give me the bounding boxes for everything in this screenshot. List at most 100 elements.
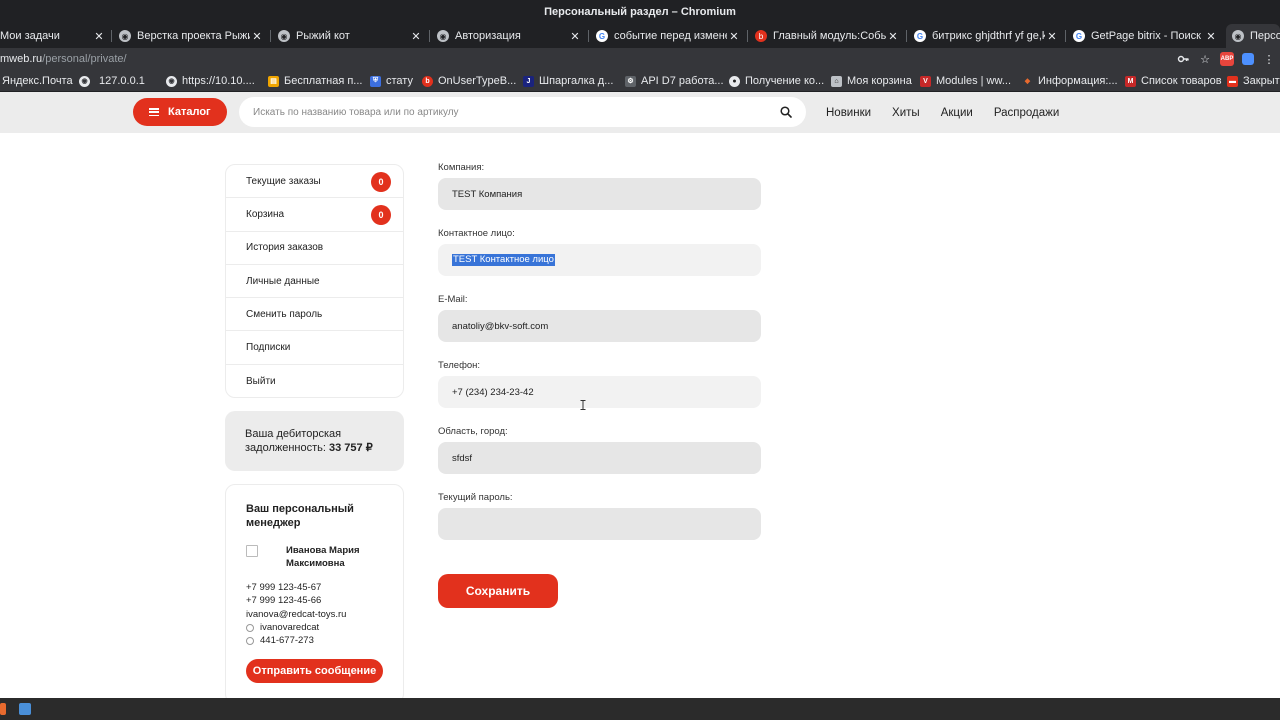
url-host: mweb.ru [0, 53, 43, 65]
search-icon[interactable] [780, 106, 792, 118]
manager-icq[interactable]: 441-677-273 [260, 634, 314, 647]
bookmark-cheatsheet[interactable]: J Шпаргалка д... [523, 73, 613, 89]
close-icon[interactable]: ✕ [568, 30, 582, 43]
email-field-group: E-Mail: [438, 294, 761, 342]
bookmark-label: https://10.10.... [182, 75, 255, 87]
tab-main-module[interactable]: b Главный модуль:Событ ✕ [749, 24, 904, 48]
search-bar [239, 97, 806, 127]
url-path: /personal/private/ [42, 53, 127, 65]
tab-personal-active[interactable]: ◉ Персо [1226, 24, 1280, 48]
bookmark-label: Бесплатная п... [284, 75, 363, 87]
close-icon[interactable]: ✕ [92, 30, 106, 43]
save-button[interactable]: Сохранить [438, 574, 558, 608]
bookmark-product-list[interactable]: M Список товаров [1125, 73, 1222, 89]
browser-toolbar: mweb.ru/personal/private/ ☆ ABP ⋮ [0, 48, 1280, 70]
bookmark-close[interactable]: ▬ Закрыть [1227, 73, 1280, 89]
address-bar[interactable]: mweb.ru/personal/private/ [0, 51, 127, 67]
bookmark-localhost[interactable]: ◉ 127.0.0.1 [79, 73, 145, 89]
nav-promos[interactable]: Акции [941, 107, 973, 119]
count-badge: 0 [371, 205, 391, 226]
tab-bitrix-search[interactable]: G битрикс ghjdthrf yf ge,kt ✕ [908, 24, 1063, 48]
bookmark-label: OnUserTypeB... [438, 75, 517, 87]
bookmark-label: Шпаргалка д... [539, 75, 614, 87]
bookmark-onusertype[interactable]: b OnUserTypeB... [422, 73, 516, 89]
extension-icon[interactable] [1242, 53, 1254, 65]
nav-new[interactable]: Новинки [826, 107, 871, 119]
tab-title: Верстка проекта Рыжий [137, 30, 250, 42]
menu-icon[interactable]: ⋮ [1262, 52, 1276, 66]
menu-item-cart[interactable]: Корзина 0 [226, 198, 403, 232]
icq-icon [246, 636, 254, 645]
catalog-button[interactable]: Каталог [133, 98, 227, 126]
hamburger-icon [149, 108, 159, 116]
menu-item-logout[interactable]: Выйти [226, 365, 403, 398]
menu-item-personal-data[interactable]: Личные данные [226, 265, 403, 299]
bitrix-icon: b [755, 30, 767, 42]
manager-email[interactable]: ivanova@redcat-toys.ru [246, 608, 403, 621]
bookmark-info[interactable]: ◆ Информация:... [1022, 73, 1118, 89]
bookmark-label: Список товаров [1141, 75, 1222, 87]
star-icon[interactable]: ☆ [1198, 52, 1212, 66]
nav-sales[interactable]: Распродажи [994, 107, 1059, 119]
bookmark-yandex-mail[interactable]: Яндекс.Почта [2, 73, 73, 89]
bookmark-stats[interactable]: ⛨ стату [370, 73, 413, 89]
tab-event-before-change[interactable]: G событие перед изменен ✕ [590, 24, 745, 48]
close-icon[interactable]: ✕ [409, 30, 423, 43]
window-title: Персональный раздел – Chromium [0, 0, 1280, 24]
close-icon[interactable]: ✕ [250, 30, 264, 43]
company-field[interactable] [438, 178, 761, 210]
city-field-group: Область, город: [438, 426, 761, 474]
email-field[interactable] [438, 310, 761, 342]
current-password-field[interactable] [438, 508, 761, 540]
bookmark-github[interactable]: ● Получение ко... [729, 73, 824, 89]
bookmark-label: Закрыть [1243, 75, 1280, 87]
bookmark-label: Моя корзина [847, 75, 912, 87]
tab-title: Рыжий кот [296, 30, 350, 42]
manager-icq-row: 441-677-273 [246, 634, 403, 647]
bookmark-label: Информация:... [1038, 75, 1118, 87]
count-badge: 0 [371, 172, 391, 192]
globe-icon: ◉ [278, 30, 290, 42]
close-icon[interactable]: ✕ [886, 30, 900, 43]
tab-ryzhiy-kot[interactable]: ◉ Рыжий кот ✕ [272, 24, 427, 48]
menu-item-subscriptions[interactable]: Подписки [226, 331, 403, 365]
app-icon[interactable] [0, 703, 6, 715]
menu-item-label: Выйти [246, 375, 276, 387]
nav-hits[interactable]: Хиты [892, 107, 920, 119]
close-icon[interactable]: ✕ [727, 30, 741, 43]
menu-item-current-orders[interactable]: Текущие заказы 0 [226, 165, 403, 199]
city-field[interactable] [438, 442, 761, 474]
tab-getpage-search[interactable]: G GetPage bitrix - Поиск в ✕ [1067, 24, 1222, 48]
bookmark-https[interactable]: ◉ https://10.10.... [166, 73, 255, 89]
bookmark-cart[interactable]: ⌂ Моя корзина [831, 73, 912, 89]
bookmark-api-d7[interactable]: ⚙ API D7 работа... [625, 73, 724, 89]
manager-name: Иванова Мария Максимовна [286, 545, 360, 569]
tab-authorization[interactable]: ◉ Авторизация ✕ [431, 24, 586, 48]
tab-tasks[interactable]: Мои задачи ✕ [0, 24, 110, 48]
site-header: Каталог Новинки Хиты Акции Распродажи [0, 92, 1280, 133]
bookmark-free[interactable]: ▤ Бесплатная п... [268, 73, 362, 89]
adblock-icon[interactable]: ABP [1220, 52, 1234, 66]
manager-phone-alt[interactable]: +7 999 123-45-66 [246, 594, 403, 607]
tab-layout-project[interactable]: ◉ Верстка проекта Рыжий ✕ [113, 24, 268, 48]
close-icon[interactable]: ✕ [1045, 30, 1059, 43]
menu-item-order-history[interactable]: История заказов [226, 232, 403, 265]
menu-item-label: Корзина [246, 208, 285, 220]
search-input[interactable] [253, 97, 773, 127]
bookmark-modules[interactable]: V Modules | ww... [920, 73, 1011, 89]
contact-field-group: Контактное лицо: TEST Контактное лицо [438, 228, 761, 276]
github-icon: ● [729, 75, 740, 87]
app-icon[interactable] [19, 703, 31, 715]
robot-icon: ⚙ [625, 75, 636, 87]
key-icon[interactable] [1176, 52, 1190, 66]
manager-title: Ваш персональный менеджер [246, 503, 354, 529]
close-icon[interactable]: ✕ [1204, 30, 1218, 43]
send-message-button[interactable]: Отправить сообщение [246, 659, 383, 684]
phone-field[interactable] [438, 376, 761, 408]
google-icon: G [914, 30, 926, 42]
manager-skype[interactable]: ivanovaredcat [260, 621, 319, 634]
contact-label: Контактное лицо: [438, 228, 515, 239]
menu-item-change-password[interactable]: Сменить пароль [226, 298, 403, 332]
manager-phone[interactable]: +7 999 123-45-67 [246, 581, 403, 594]
debt-amount: 33 757 ₽ [329, 441, 373, 454]
